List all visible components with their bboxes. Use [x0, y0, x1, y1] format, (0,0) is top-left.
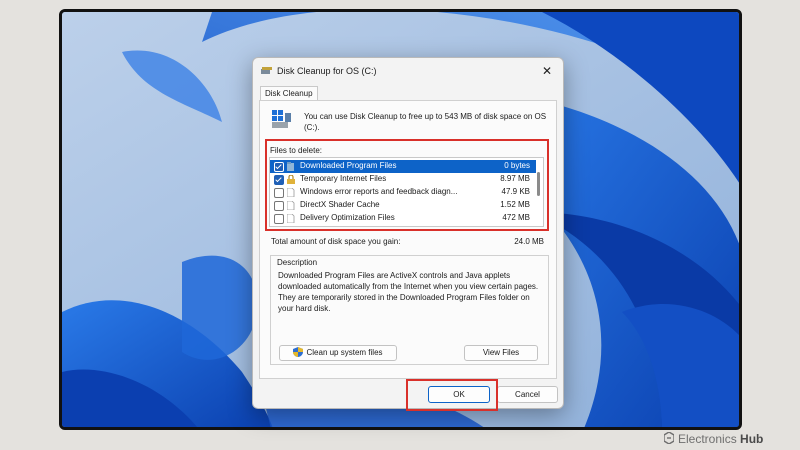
description-text: Downloaded Program Files are ActiveX con…	[278, 271, 539, 313]
folder-icon	[287, 162, 294, 171]
file-size: 8.97 MB	[500, 174, 530, 183]
file-name: Delivery Optimization Files	[300, 213, 395, 222]
file-checkbox[interactable]	[274, 188, 284, 198]
title-bar[interactable]: Disk Cleanup for OS (C:) ✕	[253, 58, 563, 84]
disk-cleanup-app-icon	[261, 67, 272, 74]
file-icon	[287, 201, 295, 210]
file-name: Temporary Internet Files	[300, 174, 387, 183]
electronics-hub-logo-icon	[664, 432, 674, 444]
watermark-brand: Electronics	[678, 432, 737, 446]
admin-shield-icon	[293, 347, 304, 357]
file-checkbox[interactable]	[274, 162, 284, 172]
file-name: Windows error reports and feedback diagn…	[300, 187, 458, 196]
file-size: 472 MB	[502, 213, 530, 222]
file-name: DirectX Shader Cache	[300, 200, 380, 209]
clean-up-system-files-label: Clean up system files	[306, 348, 383, 357]
view-files-button[interactable]: View Files	[464, 345, 538, 361]
close-icon[interactable]: ✕	[537, 62, 557, 80]
file-row-temporary-internet-files[interactable]: Temporary Internet Files 8.97 MB	[270, 173, 536, 186]
window-title: Disk Cleanup for OS (C:)	[277, 66, 377, 76]
cancel-button[interactable]: Cancel	[497, 386, 558, 403]
total-space-label: Total amount of disk space you gain:	[271, 237, 401, 246]
description-title: Description	[277, 258, 318, 267]
total-space-value: 24.0 MB	[514, 237, 544, 246]
file-row-downloaded-program-files[interactable]: Downloaded Program Files 0 bytes	[270, 160, 536, 173]
file-size: 1.52 MB	[500, 200, 530, 209]
file-name: Downloaded Program Files	[300, 161, 397, 170]
electronics-hub-watermark: Electronics Hub	[664, 432, 763, 446]
file-size: 0 bytes	[504, 161, 530, 170]
file-icon	[287, 188, 295, 197]
ok-button[interactable]: OK	[428, 386, 490, 403]
files-to-delete-list[interactable]: Downloaded Program Files 0 bytes Tempora…	[269, 157, 544, 227]
file-checkbox[interactable]	[274, 214, 284, 224]
intro-text: You can use Disk Cleanup to free up to 5…	[304, 112, 547, 132]
file-row-directx-shader-cache[interactable]: DirectX Shader Cache 1.52 MB	[270, 199, 536, 212]
file-row-windows-error-reports[interactable]: Windows error reports and feedback diagn…	[270, 186, 536, 199]
files-to-delete-label: Files to delete:	[270, 146, 323, 155]
tab-disk-cleanup[interactable]: Disk Cleanup	[260, 86, 318, 101]
file-checkbox[interactable]	[274, 201, 284, 211]
file-size: 47.9 KB	[501, 187, 530, 196]
watermark-brand-bold: Hub	[740, 432, 764, 446]
file-checkbox[interactable]	[274, 175, 284, 185]
lock-icon	[287, 175, 295, 184]
disk-cleanup-panel: You can use Disk Cleanup to free up to 5…	[259, 100, 557, 379]
disk-cleanup-dialog: Disk Cleanup for OS (C:) ✕ Disk Cleanup …	[252, 57, 564, 409]
clean-up-system-files-button[interactable]: Clean up system files	[279, 345, 397, 361]
drive-cleanup-icon	[272, 110, 291, 128]
list-scrollbar[interactable]	[537, 172, 540, 196]
file-icon	[287, 214, 295, 223]
file-row-delivery-optimization-files[interactable]: Delivery Optimization Files 472 MB	[270, 212, 536, 225]
